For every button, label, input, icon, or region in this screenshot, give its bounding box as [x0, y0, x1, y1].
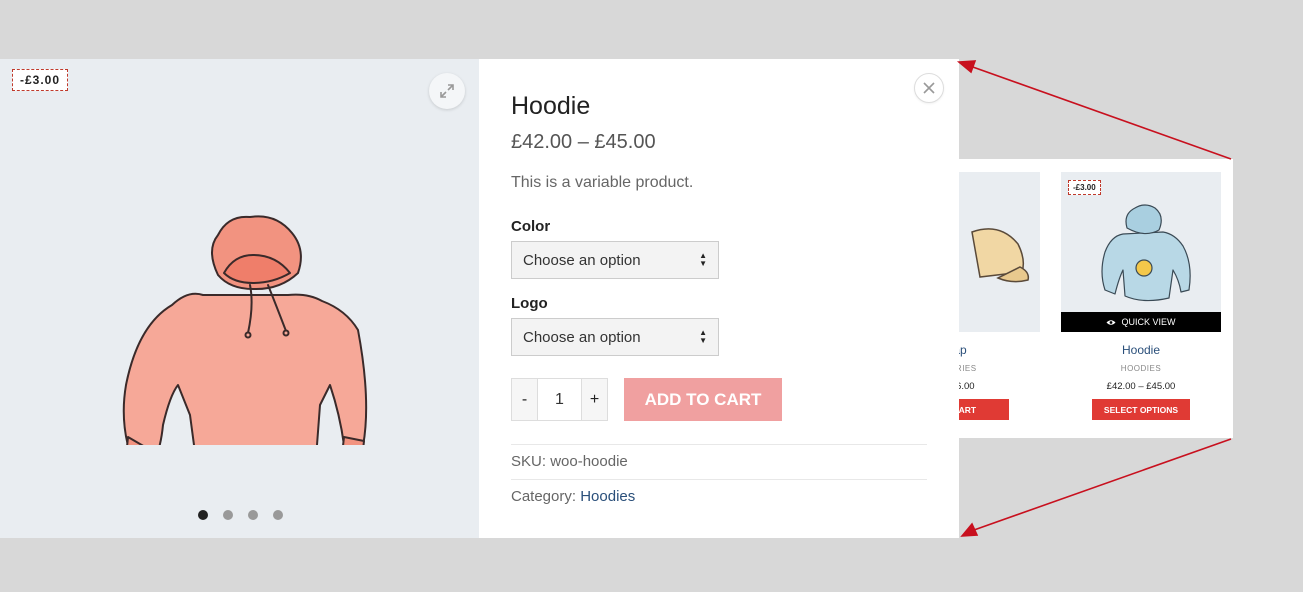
gallery-dot-2[interactable] — [223, 510, 233, 520]
quantity-stepper: - 1 + — [511, 378, 608, 421]
product-title: Hoodie — [511, 92, 591, 120]
add-to-cart-button[interactable]: ADD TO CART — [624, 378, 782, 421]
product-card-name[interactable]: Hoodie — [1061, 343, 1221, 357]
sku-label: SKU: — [511, 453, 547, 470]
sale-badge: -£3.00 — [1068, 180, 1101, 195]
quick-view-button[interactable]: QUICK VIEW — [1061, 312, 1221, 332]
quick-view-modal: -£3.00 Hoodie £42.00 – £45.00 This is a … — [0, 59, 959, 538]
product-meta: SKU: woo-hoodie Category: Hoodies — [511, 444, 927, 514]
add-to-cart-row: - 1 + ADD TO CART — [511, 378, 927, 421]
sale-badge: -£3.00 — [12, 69, 69, 91]
product-card-image[interactable]: -£3.00 QUICK VIEW — [1061, 172, 1221, 332]
close-icon — [923, 82, 935, 94]
annotation-arrowhead-bottom — [960, 522, 979, 537]
product-card-hoodie: -£3.00 QUICK VIEW Hoodie HOODIES £42.00 … — [1061, 172, 1221, 420]
product-card-image[interactable] — [959, 172, 1040, 332]
sku-row: SKU: woo-hoodie — [511, 444, 927, 479]
color-select-value: Choose an option — [523, 251, 641, 269]
product-card-price: £42.00 – £45.00 — [1106, 381, 1176, 392]
annotation-arrow-top — [969, 65, 1232, 160]
color-label: Color — [511, 218, 551, 235]
select-options-button[interactable]: SELECT OPTIONS — [1092, 399, 1190, 420]
annotation-arrowhead-top — [956, 60, 977, 74]
hoodie-product-image — [122, 215, 368, 445]
product-gallery: -£3.00 — [0, 59, 479, 538]
category-link[interactable]: Hoodies — [580, 488, 635, 505]
gallery-dot-4[interactable] — [273, 510, 283, 520]
product-card-category: HOODIES — [1120, 364, 1162, 373]
gallery-dot-3[interactable] — [248, 510, 258, 520]
product-card-price: £16.00 — [959, 381, 975, 392]
product-summary: Hoodie £42.00 – £45.00 This is a variabl… — [479, 59, 959, 538]
hoodie-thumbnail-image — [1101, 204, 1191, 302]
category-row: Category: Hoodies — [511, 479, 927, 514]
select-arrows-icon: ▲ ▼ — [699, 328, 707, 345]
annotation-arrow-bottom — [973, 438, 1232, 531]
sku-value: woo-hoodie — [550, 453, 628, 470]
gallery-pagination — [198, 510, 283, 520]
product-card-cap: ap SORIES £16.00 D CART — [959, 172, 1040, 420]
product-card-name[interactable]: ap — [959, 343, 1040, 357]
select-arrows-icon: ▲ ▼ — [699, 251, 707, 268]
add-to-cart-button[interactable]: D CART — [959, 399, 1009, 420]
quick-view-label: QUICK VIEW — [1121, 317, 1176, 327]
eye-icon — [1106, 319, 1116, 325]
expand-icon — [440, 84, 454, 98]
logo-select-value: Choose an option — [523, 328, 641, 346]
color-select[interactable]: Choose an option ▲ ▼ — [511, 241, 719, 279]
quantity-plus-button[interactable]: + — [582, 379, 607, 420]
logo-label: Logo — [511, 295, 548, 312]
quantity-input[interactable]: 1 — [537, 379, 582, 420]
category-label: Category: — [511, 488, 577, 505]
gallery-dot-1[interactable] — [198, 510, 208, 520]
product-price: £42.00 – £45.00 — [511, 131, 656, 153]
close-button[interactable] — [914, 73, 944, 103]
zoom-button[interactable] — [429, 73, 465, 109]
product-card-category: SORIES — [959, 364, 977, 373]
shop-grid-excerpt: ap SORIES £16.00 D CART -£3.00 QUICK VIE… — [959, 159, 1233, 438]
product-description: This is a variable product. — [511, 174, 694, 191]
quantity-minus-button[interactable]: - — [512, 379, 537, 420]
logo-select[interactable]: Choose an option ▲ ▼ — [511, 318, 719, 356]
cap-product-image — [971, 228, 1030, 283]
